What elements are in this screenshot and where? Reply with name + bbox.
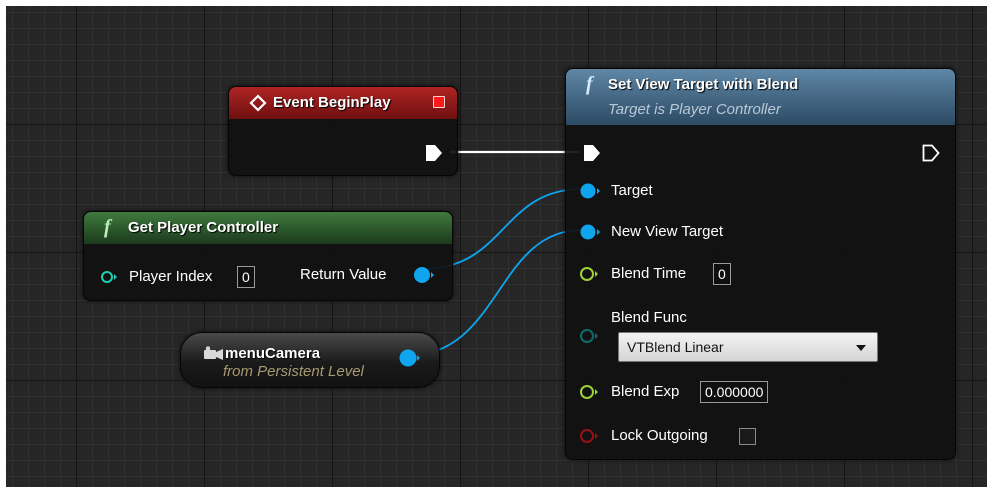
event-diamond-icon bbox=[249, 94, 267, 112]
lock-outgoing-pin[interactable] bbox=[579, 427, 603, 445]
set-view-target-node[interactable]: f Set View Target with Blend Target is P… bbox=[565, 68, 956, 460]
blend-exp-input[interactable]: 0.000000 bbox=[700, 381, 769, 403]
get-player-controller-node[interactable]: f Get Player Controller Player Index 0 R… bbox=[83, 211, 453, 301]
exec-in-pin[interactable] bbox=[583, 144, 601, 162]
blend-func-pin[interactable] bbox=[579, 327, 603, 345]
player-index-pin[interactable] bbox=[100, 269, 120, 285]
return-value-pin[interactable] bbox=[413, 266, 437, 284]
blend-exp-pin[interactable] bbox=[579, 383, 603, 401]
menu-camera-output-pin[interactable] bbox=[399, 348, 423, 368]
lock-outgoing-label: Lock Outgoing bbox=[611, 427, 708, 444]
player-index-label: Player Index bbox=[129, 268, 213, 285]
menu-camera-subtitle: from Persistent Level bbox=[223, 363, 364, 380]
return-value-label: Return Value bbox=[300, 266, 387, 283]
target-label: Target bbox=[611, 182, 653, 199]
function-f-icon: f bbox=[104, 216, 111, 238]
blend-func-selected: VTBlend Linear bbox=[627, 339, 724, 355]
lock-outgoing-checkbox[interactable] bbox=[739, 428, 756, 445]
menu-camera-node[interactable]: menuCamera from Persistent Level bbox=[180, 332, 440, 388]
target-pin[interactable] bbox=[579, 182, 603, 200]
blend-exp-label: Blend Exp bbox=[611, 383, 680, 400]
event-node-title: Event BeginPlay bbox=[273, 94, 391, 111]
get-player-controller-header: f Get Player Controller bbox=[84, 212, 452, 244]
set-view-target-header: f Set View Target with Blend Target is P… bbox=[566, 69, 955, 125]
exec-out-pin[interactable] bbox=[922, 144, 940, 162]
event-beginplay-node[interactable]: Event BeginPlay bbox=[228, 86, 458, 176]
set-view-target-subtitle: Target is Player Controller bbox=[608, 101, 781, 118]
triangle-down-icon bbox=[856, 345, 866, 351]
blend-func-label: Blend Func bbox=[611, 309, 687, 326]
set-view-target-title: Set View Target with Blend bbox=[608, 76, 799, 93]
new-view-target-label: New View Target bbox=[611, 223, 724, 240]
blend-time-pin[interactable] bbox=[579, 265, 603, 283]
delegate-pin-icon[interactable] bbox=[433, 96, 445, 108]
get-player-controller-title: Get Player Controller bbox=[128, 219, 279, 236]
blueprint-graph-canvas[interactable]: Event BeginPlay f Get Player Controller … bbox=[6, 6, 987, 487]
new-view-target-pin[interactable] bbox=[579, 223, 603, 241]
function-f-icon: f bbox=[586, 73, 593, 95]
exec-out-pin[interactable] bbox=[425, 144, 443, 162]
event-node-header: Event BeginPlay bbox=[229, 87, 457, 119]
blend-func-dropdown[interactable]: VTBlend Linear bbox=[618, 332, 878, 362]
camera-actor-icon bbox=[204, 346, 223, 360]
blend-time-label: Blend Time bbox=[611, 265, 687, 282]
menu-camera-title: menuCamera bbox=[225, 345, 321, 362]
player-index-input[interactable]: 0 bbox=[237, 266, 255, 288]
blend-time-input[interactable]: 0 bbox=[713, 263, 731, 285]
